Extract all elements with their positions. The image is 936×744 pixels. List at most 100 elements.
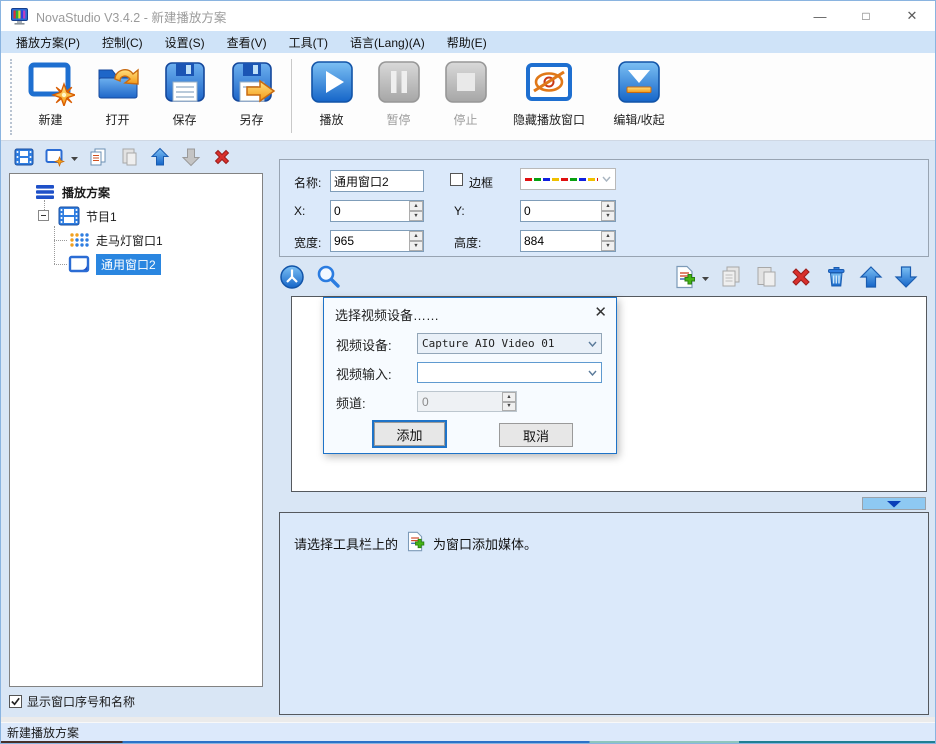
menu-settings[interactable]: 设置(S) [154,32,216,53]
channel-spinner[interactable]: ▲▼ [502,392,516,411]
tree-item-scheme-root[interactable]: 播放方案 [34,180,110,204]
height-spinfield: ▲▼ [520,230,616,252]
stop-button-label: 停止 [453,111,477,128]
collapse-triangle-icon [615,58,663,109]
width-label: 宽度: [294,234,321,251]
cancel-button[interactable]: 取消 [499,423,573,447]
delete-icon[interactable] [211,146,233,168]
add-button-label: 添加 [396,425,422,444]
hint-panel: 请选择工具栏上的 为窗口添加媒体。 [279,512,929,715]
chevron-down-icon [588,370,597,376]
generic-window-icon [68,254,90,274]
tree-item-generic-window[interactable]: 通用窗口2 [68,252,161,276]
border-color-preview [525,178,598,181]
menu-language[interactable]: 语言(Lang)(A) [339,32,436,53]
add-media-icon[interactable] [671,263,698,290]
add-button[interactable]: 添加 [374,422,445,446]
collapse-arrow-icon [886,500,902,508]
menu-tools[interactable]: 工具(T) [278,32,339,53]
border-checkbox[interactable] [450,173,463,186]
hide-playback-window-button[interactable]: 隐藏播放窗口 [499,56,599,136]
app-window: NovaStudio V3.4.2 - 新建播放方案 — □ ✕ 播放方案(P)… [0,0,936,744]
name-input[interactable] [330,170,424,192]
new-button-label: 新建 [38,111,62,128]
hint-line: 请选择工具栏上的 为窗口添加媒体。 [294,531,537,555]
clear-trash-icon[interactable] [822,263,849,290]
width-spinner[interactable]: ▲▼ [409,231,423,251]
height-label: 高度: [454,234,481,251]
x-spinfield: ▲▼ [330,200,424,222]
tree-marquee-label: 走马灯窗口1 [96,232,163,249]
splitter-collapse-handle[interactable] [862,497,926,510]
cancel-button-label: 取消 [523,426,549,445]
media-toolbar-left [278,263,341,290]
border-color-dropdown[interactable] [520,168,616,190]
media-move-up-icon[interactable] [857,263,884,290]
status-text: 新建播放方案 [7,724,79,741]
maximize-icon[interactable]: □ [843,1,889,31]
menu-help[interactable]: 帮助(E) [436,32,498,53]
play-button-label: 播放 [319,111,343,128]
save-as-icon [228,58,276,109]
add-media-dropdown-icon[interactable] [702,270,709,284]
stop-button[interactable]: 停止 [432,56,499,136]
menu-playback-scheme[interactable]: 播放方案(P) [5,32,91,53]
y-label: Y: [454,204,465,218]
new-button[interactable]: 新建 [17,56,84,136]
copy-icon[interactable] [87,146,109,168]
height-spinner[interactable]: ▲▼ [601,231,615,251]
select-video-device-dialog: 选择视频设备…… ✕ 视频设备: Capture AIO Video 01 视频… [323,297,617,454]
menu-bar: 播放方案(P) 控制(C) 设置(S) 查看(V) 工具(T) 语言(Lang)… [1,31,935,53]
save-button[interactable]: 保存 [151,56,218,136]
media-move-down-icon[interactable] [892,263,919,290]
timing-clock-icon[interactable] [278,263,305,290]
y-spinner[interactable]: ▲▼ [601,201,615,221]
show-window-numbers-checkbox[interactable] [9,695,22,708]
new-window-dropdown-icon[interactable] [71,150,78,164]
play-button[interactable]: 播放 [298,56,365,136]
edit-collapse-button[interactable]: 编辑/收起 [599,56,679,136]
tree-item-marquee-window[interactable]: 走马灯窗口1 [68,228,163,252]
minimize-icon[interactable]: — [797,1,843,31]
copy-media-icon-disabled[interactable] [717,263,744,290]
close-icon[interactable]: ✕ [889,1,935,31]
tree-item-program1[interactable]: 节目1 [58,204,117,228]
status-bar: 新建播放方案 [1,722,935,741]
delete-media-icon[interactable] [787,263,814,290]
menu-control[interactable]: 控制(C) [91,32,154,53]
open-button-label: 打开 [105,111,129,128]
preview-magnifier-icon[interactable] [314,263,341,290]
move-up-icon[interactable] [149,146,171,168]
move-down-icon-disabled[interactable] [180,146,202,168]
play-icon [308,58,356,109]
new-scheme-icon [27,58,75,109]
title-bar: NovaStudio V3.4.2 - 新建播放方案 — □ ✕ [1,1,935,31]
open-button[interactable]: 打开 [84,56,151,136]
tree-generic-label: 通用窗口2 [96,254,161,275]
dialog-close-icon[interactable]: ✕ [594,303,607,321]
edit-collapse-label: 编辑/收起 [613,111,664,128]
collapse-expander-icon[interactable] [38,210,49,221]
paste-icon-disabled[interactable] [118,146,140,168]
new-window-icon[interactable] [44,146,66,168]
paste-media-icon-disabled[interactable] [752,263,779,290]
x-label: X: [294,204,305,218]
new-program-icon[interactable] [13,146,35,168]
tree-connector [54,240,67,241]
chevron-down-icon [602,176,611,182]
window-properties-panel: 名称: 边框 X: ▲▼ Y: ▲▼ 宽度: ▲▼ 高度: ▲▼ [279,159,929,257]
app-logo-icon [11,8,28,25]
tree-root-label: 播放方案 [62,184,110,201]
save-floppy-icon [161,58,209,109]
menu-view[interactable]: 查看(V) [216,32,278,53]
pause-button[interactable]: 暂停 [365,56,432,136]
video-input-select[interactable] [417,362,602,383]
pause-icon [375,58,423,109]
scheme-toolbar [5,143,263,171]
x-spinner[interactable]: ▲▼ [409,201,423,221]
channel-spinfield: ▲▼ [417,391,517,412]
save-as-button[interactable]: 另存 [218,56,285,136]
open-folder-icon [94,58,142,109]
video-device-select[interactable]: Capture AIO Video 01 [417,333,602,354]
save-as-button-label: 另存 [239,111,263,128]
